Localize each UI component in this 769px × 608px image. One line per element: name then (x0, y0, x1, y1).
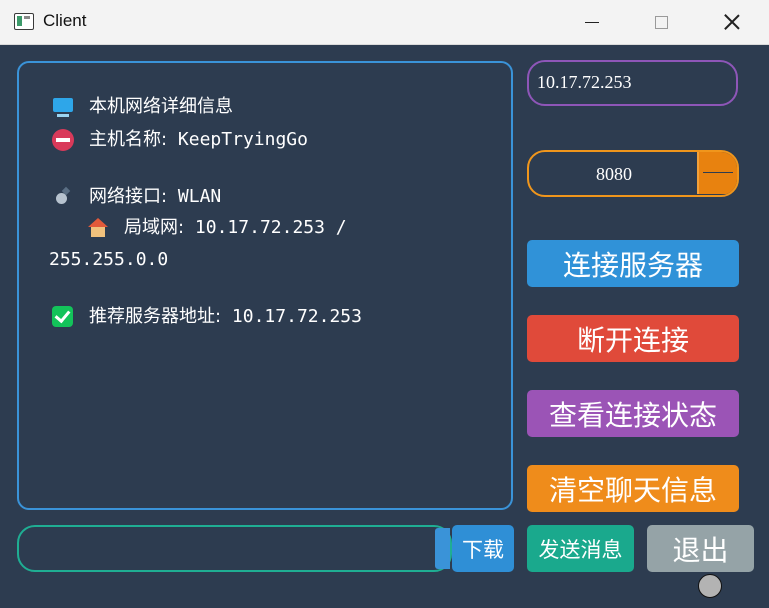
port-spinbox[interactable]: 8080 (527, 150, 739, 197)
computer-icon (53, 98, 73, 117)
interface-line: 网络接口: WLAN (89, 186, 221, 208)
exit-button[interactable]: 退出 (647, 525, 754, 572)
subnet-mask-line: 255.255.0.0 (49, 249, 168, 271)
info-title-label: 本机网络详细信息 (89, 96, 233, 117)
maximize-icon (654, 15, 668, 29)
recommended-server-label: 推荐服务器地址: (89, 306, 222, 327)
recommended-server-value: 10.17.72.253 (231, 306, 362, 327)
interface-value: WLAN (177, 186, 222, 207)
house-icon (88, 218, 108, 238)
lan-label: 局域网: (124, 217, 185, 238)
input-edge-handle (435, 528, 450, 569)
minimize-button[interactable] (569, 0, 615, 44)
close-button[interactable] (709, 0, 755, 44)
client-window: Client 本机网络详细信息 主机名称: KeepTryingGo 网络接口:… (0, 0, 769, 608)
spin-arrows-icon[interactable] (697, 152, 737, 194)
download-button[interactable]: 下载 (452, 525, 514, 572)
port-value[interactable]: 8080 (529, 152, 699, 194)
message-input[interactable] (17, 525, 452, 572)
title-bar[interactable]: Client (0, 0, 769, 45)
check-icon (52, 306, 73, 327)
interface-label: 网络接口: (89, 186, 168, 207)
info-title: 本机网络详细信息 (89, 96, 233, 118)
window-title: Client (43, 11, 87, 30)
send-message-button[interactable]: 发送消息 (527, 525, 634, 572)
subnet-mask-value: 255.255.0.0 (49, 249, 169, 270)
hostname-value: KeepTryingGo (177, 129, 308, 150)
app-window-icon (14, 13, 34, 30)
connect-server-button[interactable]: 连接服务器 (527, 240, 739, 287)
maximize-button[interactable] (638, 0, 684, 44)
host-icon (52, 129, 74, 151)
lan-line: 局域网: 10.17.72.253 / (124, 217, 347, 239)
network-info-panel[interactable]: 本机网络详细信息 主机名称: KeepTryingGo 网络接口: WLAN 局… (17, 61, 513, 510)
hostname-line: 主机名称: KeepTryingGo (89, 129, 308, 151)
clear-chat-button[interactable]: 清空聊天信息 (527, 465, 739, 512)
circle-indicator-icon (698, 574, 722, 598)
minimize-icon (585, 21, 599, 23)
disconnect-button[interactable]: 断开连接 (527, 315, 739, 362)
hostname-label: 主机名称: (89, 129, 168, 150)
recommended-server-line: 推荐服务器地址: 10.17.72.253 (89, 306, 362, 328)
lan-value: 10.17.72.253 / (194, 217, 347, 238)
close-icon (724, 14, 740, 30)
connection-status-button[interactable]: 查看连接状态 (527, 390, 739, 437)
server-ip-input[interactable]: 10.17.72.253 (527, 60, 738, 106)
satellite-icon (54, 187, 72, 205)
